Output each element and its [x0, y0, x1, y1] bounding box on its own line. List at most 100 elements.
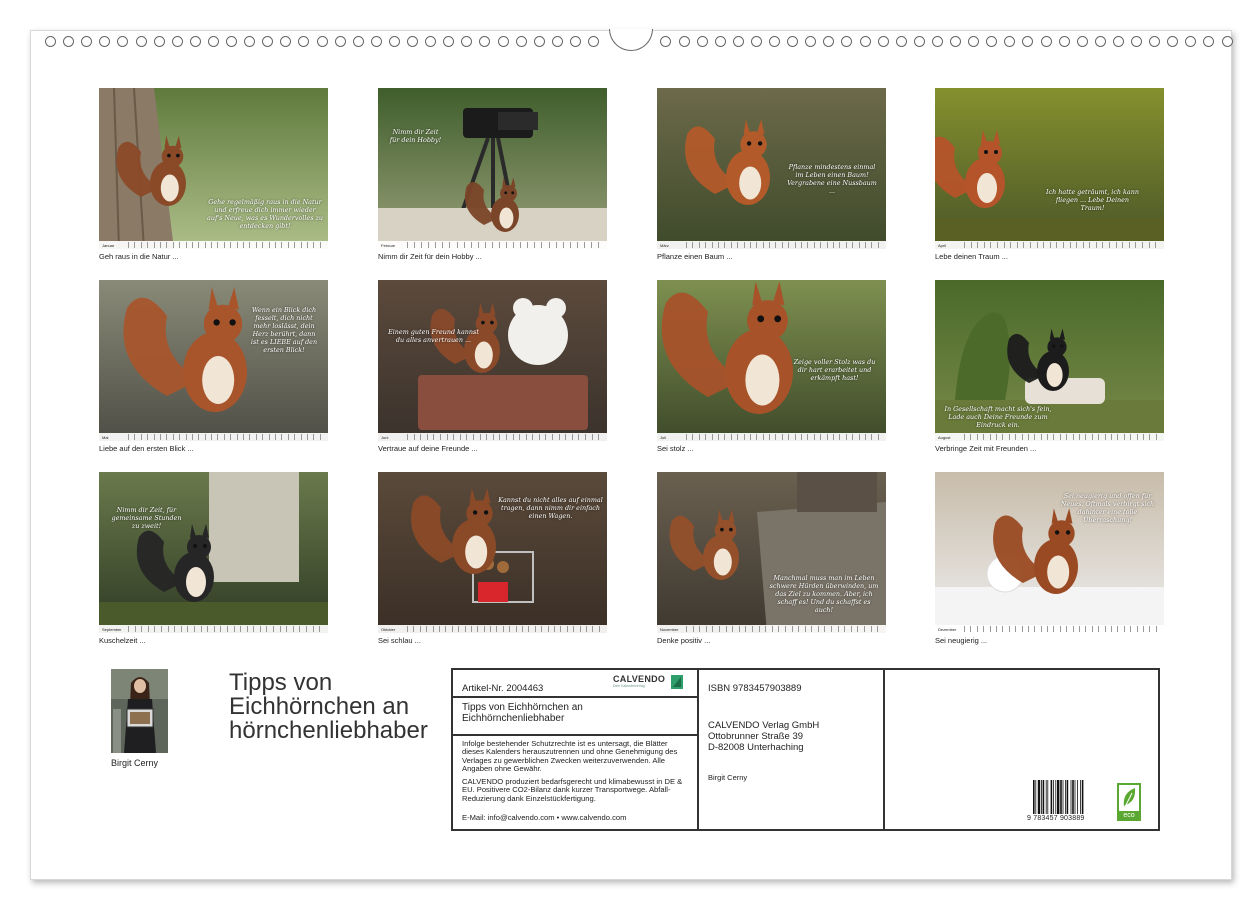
binding-ring: [479, 36, 491, 47]
day-cell: [259, 626, 267, 632]
day-cell: [1155, 434, 1162, 440]
day-cell: [571, 434, 579, 440]
day-cells: [964, 242, 1162, 248]
day-cells: [686, 242, 884, 248]
day-cell: [286, 626, 293, 632]
month-photo: Wenn ein Blick dich fesselt, dich nicht …: [99, 280, 328, 441]
binding-ring: [588, 36, 599, 47]
barcode-bar: [1074, 780, 1076, 814]
day-cell: [506, 242, 513, 248]
month-caption: Verbringe Zeit mit Freunden ...: [935, 444, 1037, 453]
day-cell: [407, 242, 414, 248]
day-cell: [442, 242, 449, 248]
photo-quote: Pflanze mindestens einmal im Leben einen…: [787, 163, 877, 195]
production-notice: CALVENDO produziert bedarfsgerecht und k…: [462, 777, 683, 803]
day-cell: [837, 626, 845, 632]
info-column-left: Artikel-Nr. 2004463 CALVENDO Dein Kalend…: [453, 670, 699, 829]
calendar-subtitle: Tipps von Eichhörnchen an Eichhörnchenli…: [462, 702, 583, 724]
binding-ring: [551, 36, 563, 47]
binding-ring: [877, 36, 889, 47]
month-label: Mai: [102, 434, 109, 440]
day-cell: [299, 626, 306, 632]
legal-row: Infolge bestehender Schutzrechte ist es …: [453, 736, 697, 829]
day-cell: [857, 626, 864, 632]
month-day-strip: Dezember: [935, 625, 1164, 633]
isbn: ISBN 9783457903889: [708, 683, 802, 694]
photo-quote: Einem guten Freund kannst du alles anver…: [388, 328, 479, 344]
binding-ring: [841, 36, 853, 47]
author-name: Birgit Cerny: [111, 758, 159, 768]
month-photo: Zeige voller Stolz was du dir hart erarb…: [657, 280, 886, 441]
publisher-city: D-82008 Unterhaching: [708, 742, 804, 753]
day-cell: [970, 242, 978, 248]
day-cells: [407, 626, 605, 632]
publisher-address: CALVENDO Verlag GmbH Ottobrunner Straße …: [708, 720, 819, 753]
month-caption: Sei schlau ...: [378, 636, 421, 645]
day-cells: [407, 434, 605, 440]
month-photo: Nimm dir Zeit, für gemeinsame Stunden zu…: [99, 472, 328, 633]
barcode-bar: [1042, 780, 1045, 814]
copyright-notice: Infolge bestehender Schutzrechte ist es …: [462, 739, 678, 773]
binding-ring: [533, 36, 545, 47]
binding-ring: [859, 36, 871, 47]
month-label: September: [102, 626, 122, 632]
barcode-bar: [1041, 780, 1042, 814]
month-caption: Denke positiv ...: [657, 636, 711, 645]
day-cell: [692, 626, 700, 632]
day-cell: [253, 626, 260, 632]
month-label: August: [938, 434, 951, 440]
month-caption: Sei neugierig ...: [935, 636, 988, 645]
binding-ring: [805, 36, 817, 47]
binding-ring: [968, 36, 980, 47]
day-cell: [784, 626, 792, 632]
binding-ring: [1004, 36, 1016, 47]
brand-tagline: Dein Kalenderverlag: [613, 684, 645, 688]
legal-text: Infolge bestehender Schutzrechte ist es …: [462, 739, 690, 808]
month-caption: Pflanze einen Baum ...: [657, 252, 733, 261]
day-cell: [477, 242, 485, 248]
day-cell: [319, 434, 326, 440]
day-cell: [513, 242, 520, 248]
day-cells: [128, 626, 326, 632]
info-column-right: 9 783457 903889 eco: [885, 670, 1158, 829]
month-label: Oktober: [381, 626, 396, 632]
month-thumbnail: Ich hatte geträumt, ich kann fliegen ...…: [935, 88, 1164, 261]
day-cell: [811, 626, 818, 632]
day-cell: [459, 434, 467, 440]
day-cell: [585, 434, 592, 440]
binding-ring: [931, 36, 943, 47]
month-photo: Kannst du nicht alles auf einmal tragen,…: [378, 472, 607, 633]
binding-ring: [1221, 36, 1233, 47]
day-cell: [279, 626, 287, 632]
day-cell: [226, 626, 234, 632]
month-photo: Gehe regelmäßig raus in die Natur und er…: [99, 88, 328, 249]
day-cell: [548, 242, 556, 248]
day-cell: [996, 242, 1004, 248]
info-author: Birgit Cerny: [708, 773, 748, 782]
day-cell: [1102, 242, 1109, 248]
binding-ring: [370, 36, 382, 47]
binding-ring: [388, 36, 400, 47]
day-cell: [273, 626, 280, 632]
day-cell: [1155, 242, 1162, 248]
day-cell: [527, 242, 534, 248]
day-cell: [758, 626, 766, 632]
day-cell: [964, 242, 971, 248]
photo-quote: Sei neugierig und offen für Neues. Oftma…: [1060, 492, 1155, 524]
photo-quote: Wenn ein Blick dich fesselt, dich nicht …: [250, 306, 318, 354]
day-cell: [598, 434, 605, 440]
day-cell: [983, 242, 991, 248]
binding-ring: [787, 36, 799, 47]
binding-ring: [497, 36, 509, 47]
binding-ring: [352, 36, 364, 47]
day-cell: [446, 434, 454, 440]
day-cell: [598, 626, 605, 632]
barcode-bar: [1081, 780, 1084, 814]
barcode-bar: [1077, 780, 1078, 814]
day-cell: [187, 626, 194, 632]
photo-quote: Kannst du nicht alles auf einmal tragen,…: [498, 496, 603, 520]
day-cell: [532, 434, 539, 440]
brand-name: CALVENDO: [613, 674, 666, 684]
barcode-bar: [1045, 780, 1047, 814]
barcode-bar: [1035, 780, 1037, 814]
